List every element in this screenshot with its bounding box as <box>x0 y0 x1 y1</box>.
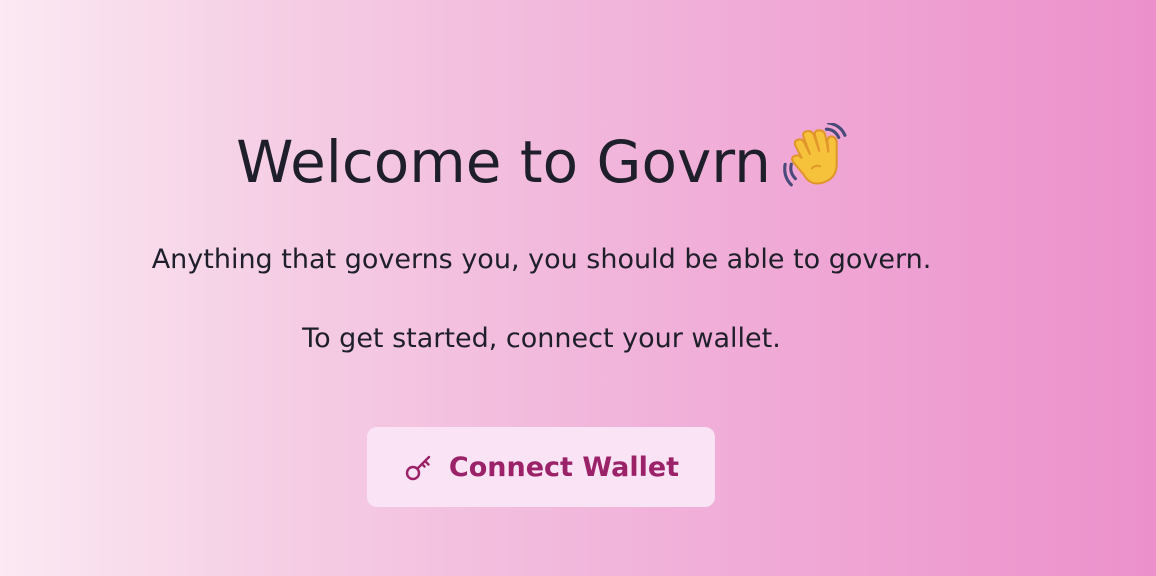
waving-hand-icon <box>781 121 847 209</box>
tagline: Anything that governs you, you should be… <box>151 244 932 275</box>
page-title: Welcome to Govrn <box>0 121 1083 209</box>
connect-wallet-button[interactable]: Connect Wallet <box>367 427 715 507</box>
key-icon <box>403 451 435 483</box>
connect-wallet-label: Connect Wallet <box>448 451 680 483</box>
page-title-text: Welcome to Govrn <box>236 128 771 196</box>
connect-instruction: To get started, connect your wallet. <box>302 323 781 354</box>
